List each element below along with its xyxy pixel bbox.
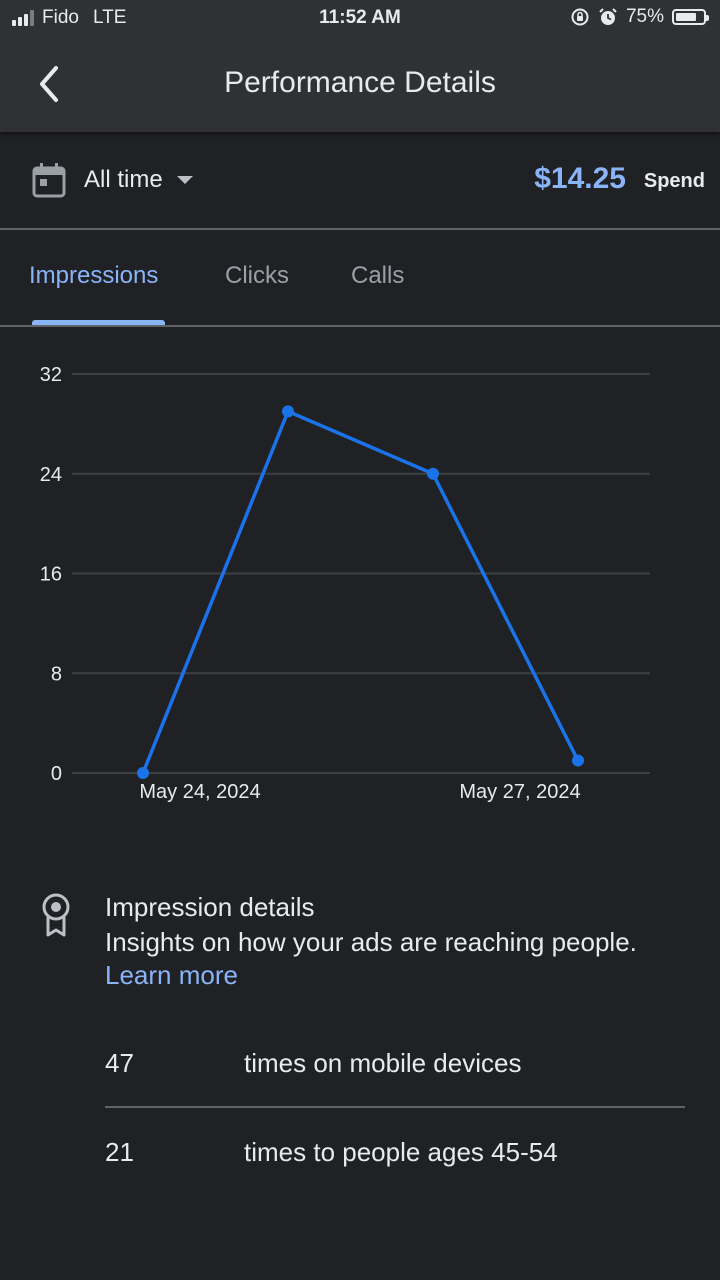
details-title: Impression details (105, 892, 315, 922)
data-point (572, 754, 584, 767)
data-point (427, 467, 439, 480)
status-right: 75% (570, 6, 709, 28)
alarm-icon (599, 8, 617, 25)
tab-impressions[interactable]: Impressions (29, 262, 158, 290)
spend-amount: $14.25 (534, 162, 626, 195)
page-title: Performance Details (224, 66, 496, 99)
spend-label: Spend (643, 170, 705, 192)
details-description-text: Insights on how your ads are reaching pe… (105, 927, 637, 957)
data-point (282, 405, 294, 418)
impressions-line-chart: 32 24 16 8 0 May 24, 2024 May 27, 2024 (40, 364, 650, 803)
status-bar: Fido LTE 11:52 AM 75% (0, 0, 720, 36)
metric-tabs: Impressions Clicks Calls (0, 230, 720, 326)
stat-row-age: 21 times to people ages 45-54 (105, 1123, 685, 1183)
y-tick-label: 24 (40, 464, 62, 486)
date-range-label: All time (84, 166, 163, 193)
divider (0, 325, 720, 327)
stat-value: 21 (105, 1137, 134, 1167)
rotation-lock-icon (571, 8, 589, 26)
tab-calls[interactable]: Calls (351, 262, 404, 290)
y-tick-label: 0 (51, 763, 62, 785)
battery-percent: 75% (625, 6, 664, 27)
tab-clicks[interactable]: Clicks (225, 262, 289, 290)
date-range-dropdown[interactable]: All time (84, 166, 193, 194)
data-point (137, 767, 149, 779)
caret-down-icon (176, 176, 193, 184)
y-tick-label: 32 (40, 364, 62, 386)
stat-label: times on mobile devices (244, 1048, 522, 1078)
stat-row-mobile: 47 times on mobile devices (105, 1034, 685, 1094)
battery-icon (672, 9, 709, 25)
x-tick-label: May 27, 2024 (459, 781, 580, 803)
x-tick-label: May 24, 2024 (139, 781, 260, 803)
stat-value: 47 (105, 1048, 134, 1078)
y-tick-label: 8 (51, 663, 62, 685)
battery-fill (676, 13, 696, 21)
stat-label: times to people ages 45-54 (244, 1137, 558, 1167)
app-bar: Performance Details (0, 36, 720, 132)
details-description: Insights on how your ads are reaching pe… (105, 926, 665, 992)
calendar-icon (32, 163, 66, 198)
ribbon-icon (42, 893, 70, 937)
filter-row: All time $14.25 Spend (0, 132, 720, 228)
y-tick-label: 16 (40, 564, 62, 586)
divider (105, 1106, 685, 1108)
series-line (141, 409, 580, 774)
learn-more-link[interactable]: Learn more (105, 960, 238, 990)
